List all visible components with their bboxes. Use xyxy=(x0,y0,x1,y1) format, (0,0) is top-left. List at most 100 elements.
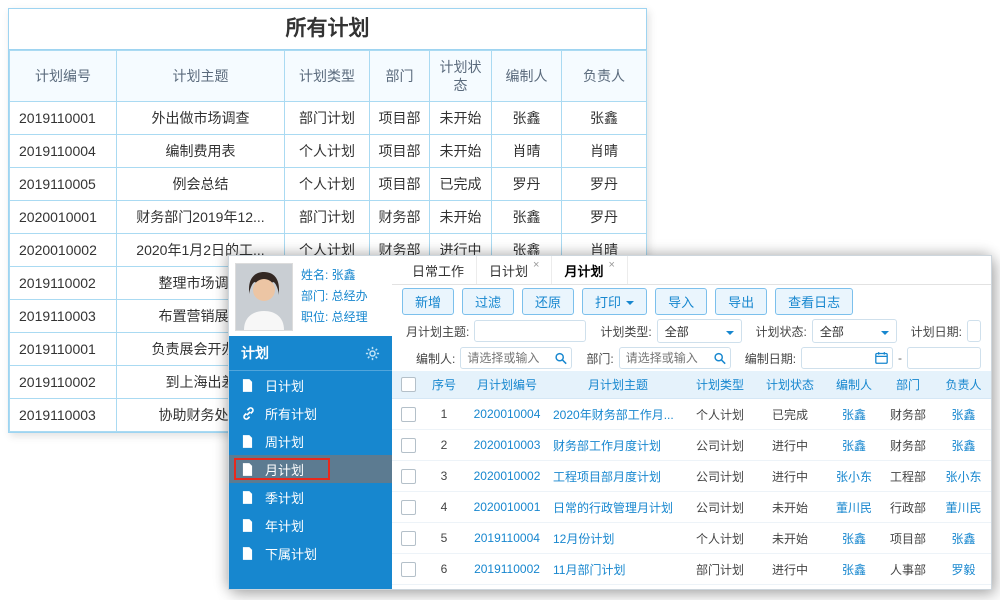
cell-owner: 罗丹 xyxy=(561,200,647,234)
cell-owner-link[interactable]: 董川民 xyxy=(934,491,991,523)
sidebar: 姓名: 张鑫 部门: 总经办 职位: 总经理 计划 日计划 所有计划 周计划 月… xyxy=(229,256,392,589)
search-icon[interactable] xyxy=(554,352,568,365)
cell-owner-link[interactable]: 张鑫 xyxy=(934,429,991,461)
cell-no: 4 xyxy=(424,491,464,523)
tab-daily-work[interactable]: 日常工作 xyxy=(400,256,478,284)
table-row[interactable]: 5 2019110004 12月份计划 个人计划 未开始 张鑫 项目部 张鑫 xyxy=(392,522,991,554)
table-row[interactable]: 2020010001 财务部门2019年12... 部门计划 财务部 未开始 张… xyxy=(9,200,647,234)
cell-owner-link[interactable]: 张小东 xyxy=(934,460,991,492)
export-button[interactable]: 导出 xyxy=(715,287,768,315)
sidebar-menu: 日计划 所有计划 周计划 月计划 季计划 年计划 下属计划 xyxy=(229,371,392,589)
type-filter-label: 计划类型: xyxy=(600,324,652,339)
cell-month-plan-topic-link[interactable]: 12月份计划 xyxy=(550,522,686,554)
cell-month-plan-id-link[interactable]: 2019110002 xyxy=(464,553,550,585)
cell-owner: 罗丹 xyxy=(561,167,647,201)
row-checkbox[interactable] xyxy=(400,437,416,453)
col-month-plan-id: 月计划编号 xyxy=(464,371,550,399)
print-button[interactable]: 打印 xyxy=(582,287,648,315)
cell-owner: 肖晴 xyxy=(561,134,647,168)
row-checkbox[interactable] xyxy=(400,468,416,484)
import-button[interactable]: 导入 xyxy=(655,287,708,315)
cell-month-plan-id-link[interactable]: 2020010002 xyxy=(464,460,550,492)
table-row[interactable]: 2019110004 编制费用表 个人计划 项目部 未开始 肖晴 肖晴 xyxy=(9,134,647,168)
sidebar-item-month-plan[interactable]: 月计划 xyxy=(229,455,392,483)
col-plan-topic: 计划主题 xyxy=(116,50,285,102)
created-date-end-input[interactable] xyxy=(907,347,981,369)
status-select[interactable]: 全部 xyxy=(811,319,897,343)
reset-button[interactable]: 还原 xyxy=(522,287,575,315)
profile-card: 姓名: 张鑫 部门: 总经办 职位: 总经理 xyxy=(229,256,392,336)
sidebar-item-week-plan[interactable]: 周计划 xyxy=(229,427,392,455)
sidebar-item-all-plans[interactable]: 所有计划 xyxy=(229,399,392,427)
sidebar-item-subordinate-plan[interactable]: 下属计划 xyxy=(229,539,392,567)
document-icon xyxy=(242,434,257,448)
cell-creator-link[interactable]: 张鑫 xyxy=(826,398,882,430)
table-row[interactable]: 2 2020010003 财务部工作月度计划 公司计划 进行中 张鑫 财务部 张… xyxy=(392,429,991,461)
table-row[interactable]: 4 2020010001 日常的行政管理月计划 公司计划 未开始 董川民 行政部… xyxy=(392,491,991,523)
table-row[interactable]: 6 2019110002 11月部门计划 部门计划 进行中 张鑫 人事部 罗毅 xyxy=(392,553,991,585)
cell-no: 6 xyxy=(424,553,464,585)
created-date-filter-label: 编制日期: xyxy=(744,351,797,366)
row-checkbox[interactable] xyxy=(400,530,416,546)
cell-dept: 人事部 xyxy=(882,553,934,585)
cell-month-plan-id-link[interactable]: 2020010003 xyxy=(464,429,550,461)
search-icon[interactable] xyxy=(713,352,726,365)
plan-date-input[interactable] xyxy=(967,320,981,342)
add-button[interactable]: 新增 xyxy=(402,287,455,315)
cell-month-plan-topic-link[interactable]: 工程项目部月度计划 xyxy=(550,460,686,492)
col-dept: 部门 xyxy=(369,50,430,102)
cell-creator-link[interactable]: 张鑫 xyxy=(826,522,882,554)
cell-month-plan-id-link[interactable]: 2020010001 xyxy=(464,491,550,523)
creator-search xyxy=(460,347,573,369)
filter-button[interactable]: 过滤 xyxy=(462,287,515,315)
close-icon[interactable]: × xyxy=(533,259,539,271)
row-checkbox-cell xyxy=(392,460,424,492)
cell-month-plan-id-link[interactable]: 2020010004 xyxy=(464,398,550,430)
cell-month-plan-topic-link[interactable]: 2020年财务部工作月... xyxy=(550,398,686,430)
cell-month-plan-id-link[interactable]: 2019110004 xyxy=(464,522,550,554)
row-checkbox[interactable] xyxy=(400,561,416,577)
cell-month-plan-topic-link[interactable]: 财务部工作月度计划 xyxy=(550,429,686,461)
row-checkbox[interactable] xyxy=(400,406,416,422)
gear-icon[interactable] xyxy=(365,346,380,361)
close-icon[interactable]: × xyxy=(608,259,614,271)
select-all-checkbox[interactable] xyxy=(400,377,416,393)
cell-plan-type: 部门计划 xyxy=(284,101,370,135)
type-select[interactable]: 全部 xyxy=(656,319,742,343)
cell-month-plan-topic-link[interactable]: 日常的行政管理月计划 xyxy=(550,491,686,523)
cell-creator-link[interactable]: 张小东 xyxy=(826,460,882,492)
table-row[interactable]: 1 2020010004 2020年财务部工作月... 个人计划 已完成 张鑫 … xyxy=(392,398,991,430)
sidebar-item-year-plan[interactable]: 年计划 xyxy=(229,511,392,539)
document-icon xyxy=(242,546,257,560)
cell-plan-id: 2019110003 xyxy=(9,398,117,432)
cell-month-plan-topic-link[interactable]: 11月部门计划 xyxy=(550,553,686,585)
view-log-button[interactable]: 查看日志 xyxy=(775,287,854,315)
sidebar-item-quarter-plan[interactable]: 季计划 xyxy=(229,483,392,511)
table-row[interactable]: 3 2020010002 工程项目部月度计划 公司计划 进行中 张小东 工程部 … xyxy=(392,460,991,492)
table-row[interactable]: 2019110005 例会总结 个人计划 项目部 已完成 罗丹 罗丹 xyxy=(9,167,647,201)
col-plan-status: 计划状态 xyxy=(754,371,826,399)
cell-creator-link[interactable]: 张鑫 xyxy=(826,429,882,461)
calendar-icon[interactable] xyxy=(875,352,888,365)
row-checkbox[interactable] xyxy=(400,499,416,515)
cell-dept: 项目部 xyxy=(882,522,934,554)
plan-date-filter-label: 计划日期: xyxy=(910,324,962,339)
table-row[interactable]: 2019110001 外出做市场调查 部门计划 项目部 未开始 张鑫 张鑫 xyxy=(9,101,647,135)
cell-owner-link[interactable]: 张鑫 xyxy=(934,398,991,430)
col-owner: 负责人 xyxy=(561,50,647,102)
status-filter-label: 计划状态: xyxy=(755,324,807,339)
cell-owner-link[interactable]: 罗毅 xyxy=(934,553,991,585)
profile-name: 姓名: 张鑫 xyxy=(301,268,356,282)
profile-info: 姓名: 张鑫 部门: 总经办 职位: 总经理 xyxy=(301,263,368,329)
topic-filter-label: 月计划主题: xyxy=(406,324,470,339)
topic-filter-input[interactable] xyxy=(474,320,587,342)
cell-owner-link[interactable]: 张鑫 xyxy=(934,522,991,554)
tab-month-plan[interactable]: 月计划 × xyxy=(552,256,628,284)
profile-dept: 部门: 总经办 xyxy=(301,289,368,303)
cell-creator-link[interactable]: 张鑫 xyxy=(826,553,882,585)
all-plans-title: 所有计划 xyxy=(9,9,646,50)
tab-daily-plan[interactable]: 日计划 × xyxy=(477,256,553,284)
sidebar-item-daily-plan[interactable]: 日计划 xyxy=(229,371,392,399)
cell-dept: 财务部 xyxy=(369,200,430,234)
cell-creator-link[interactable]: 董川民 xyxy=(826,491,882,523)
